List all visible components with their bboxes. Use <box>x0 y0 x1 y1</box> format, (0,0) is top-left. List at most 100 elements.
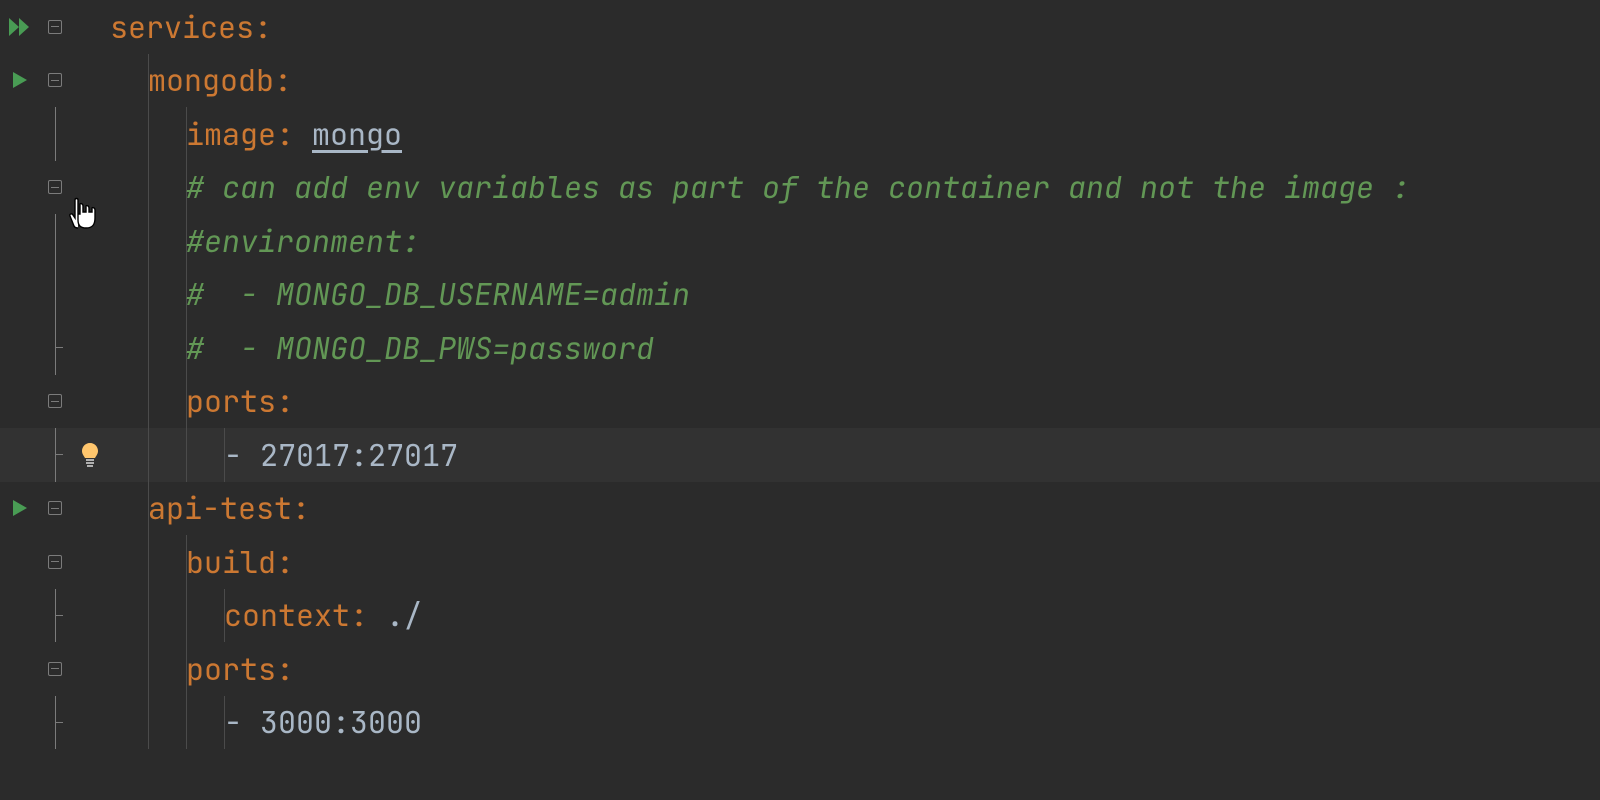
fold-end-icon <box>48 608 62 622</box>
run-icon[interactable] <box>9 69 31 91</box>
intention-bulb-icon[interactable] <box>78 441 102 469</box>
gutter-fold[interactable] <box>40 161 70 215</box>
fold-guide <box>55 268 56 322</box>
gutter-bulb <box>70 107 110 161</box>
code-text[interactable]: api-test: <box>110 488 310 528</box>
gutter-fold <box>40 107 70 161</box>
gutter-run <box>0 696 40 750</box>
gutter-run <box>0 268 40 322</box>
gutter-run[interactable] <box>0 482 40 536</box>
gutter-run <box>0 535 40 589</box>
yaml-colon: : <box>254 7 272 47</box>
code-text[interactable]: context: ./ <box>110 595 422 635</box>
yaml-key: ports <box>186 381 276 421</box>
yaml-key: mongodb <box>148 60 274 100</box>
code-line[interactable]: # - MONGO_DB_USERNAME=admin <box>0 268 1600 322</box>
run-icon[interactable] <box>9 497 31 519</box>
gutter-fold <box>40 214 70 268</box>
gutter-bulb <box>70 321 110 375</box>
code-text[interactable]: build: <box>110 542 294 582</box>
yaml-colon: : <box>276 649 294 689</box>
yaml-dash: - <box>224 702 260 742</box>
gutter-fold[interactable] <box>40 482 70 536</box>
yaml-key: image <box>186 114 276 154</box>
fold-toggle-icon[interactable] <box>48 394 62 408</box>
yaml-colon: : <box>274 60 292 100</box>
code-line[interactable]: - 3000:3000 <box>0 696 1600 750</box>
gutter-run <box>0 428 40 482</box>
gutter-bulb <box>70 0 110 54</box>
gutter-fold <box>40 428 70 482</box>
code-text[interactable]: # can add env variables as part of the c… <box>110 167 1410 207</box>
gutter-bulb <box>70 696 110 750</box>
code-line[interactable]: ports: <box>0 642 1600 696</box>
fold-end-icon <box>48 715 62 729</box>
fold-toggle-icon[interactable] <box>48 501 62 515</box>
gutter-run <box>0 375 40 429</box>
code-text[interactable]: #environment: <box>110 221 420 261</box>
gutter-bulb <box>70 535 110 589</box>
yaml-colon: : <box>276 114 312 154</box>
fold-end-icon <box>48 341 62 355</box>
gutter-run[interactable] <box>0 54 40 108</box>
yaml-key: api-test <box>148 488 292 528</box>
gutter-bulb[interactable] <box>70 428 110 482</box>
gutter-bulb <box>70 642 110 696</box>
gutter-run <box>0 589 40 643</box>
yaml-colon: : <box>276 381 294 421</box>
fold-toggle-icon[interactable] <box>48 180 62 194</box>
yaml-value: 27017:27017 <box>260 435 458 475</box>
gutter-run <box>0 642 40 696</box>
gutter-bulb <box>70 482 110 536</box>
gutter-bulb <box>70 268 110 322</box>
code-line[interactable]: image: mongo <box>0 107 1600 161</box>
gutter-run <box>0 321 40 375</box>
code-line[interactable]: # - MONGO_DB_PWS=password <box>0 321 1600 375</box>
fold-toggle-icon[interactable] <box>48 73 62 87</box>
code-text[interactable]: image: mongo <box>110 114 402 154</box>
code-line[interactable]: #environment: <box>0 214 1600 268</box>
code-text[interactable]: # - MONGO_DB_PWS=password <box>110 328 654 368</box>
yaml-comment: # - MONGO_DB_USERNAME=admin <box>186 274 690 314</box>
code-text[interactable]: mongodb: <box>110 60 292 100</box>
pointer-cursor-icon <box>68 196 100 232</box>
gutter-fold[interactable] <box>40 0 70 54</box>
gutter-fold[interactable] <box>40 375 70 429</box>
fold-toggle-icon[interactable] <box>48 555 62 569</box>
fold-guide <box>55 214 56 268</box>
code-text[interactable]: # - MONGO_DB_USERNAME=admin <box>110 274 690 314</box>
yaml-dash: - <box>224 435 260 475</box>
fold-toggle-icon[interactable] <box>48 20 62 34</box>
yaml-colon: : <box>292 488 310 528</box>
gutter-fold[interactable] <box>40 642 70 696</box>
yaml-value: ./ <box>386 595 422 635</box>
code-line[interactable]: context: ./ <box>0 589 1600 643</box>
run-all-icon[interactable] <box>7 14 33 40</box>
yaml-key: context <box>224 595 350 635</box>
yaml-comment: # can add env variables as part of the c… <box>186 167 1410 207</box>
code-text[interactable]: - 27017:27017 <box>110 435 458 475</box>
gutter-fold <box>40 696 70 750</box>
code-text[interactable]: ports: <box>110 381 294 421</box>
yaml-key: services <box>110 7 254 47</box>
code-line[interactable]: api-test: <box>0 482 1600 536</box>
code-editor[interactable]: services:mongodb:image: mongo# can add e… <box>0 0 1600 800</box>
code-line[interactable]: services: <box>0 0 1600 54</box>
yaml-comment: # - MONGO_DB_PWS=password <box>186 328 654 368</box>
code-text[interactable]: services: <box>110 7 272 47</box>
yaml-comment: #environment: <box>186 221 420 261</box>
gutter-fold[interactable] <box>40 535 70 589</box>
code-line[interactable]: mongodb: <box>0 54 1600 108</box>
code-line[interactable]: - 27017:27017 <box>0 428 1600 482</box>
code-text[interactable]: - 3000:3000 <box>110 702 422 742</box>
yaml-key: ports <box>186 649 276 689</box>
gutter-bulb <box>70 375 110 429</box>
code-line[interactable]: build: <box>0 535 1600 589</box>
fold-toggle-icon[interactable] <box>48 662 62 676</box>
fold-end-icon <box>48 448 62 462</box>
gutter-fold[interactable] <box>40 54 70 108</box>
code-line[interactable]: ports: <box>0 375 1600 429</box>
code-text[interactable]: ports: <box>110 649 294 689</box>
gutter-run[interactable] <box>0 0 40 54</box>
code-line[interactable]: # can add env variables as part of the c… <box>0 161 1600 215</box>
